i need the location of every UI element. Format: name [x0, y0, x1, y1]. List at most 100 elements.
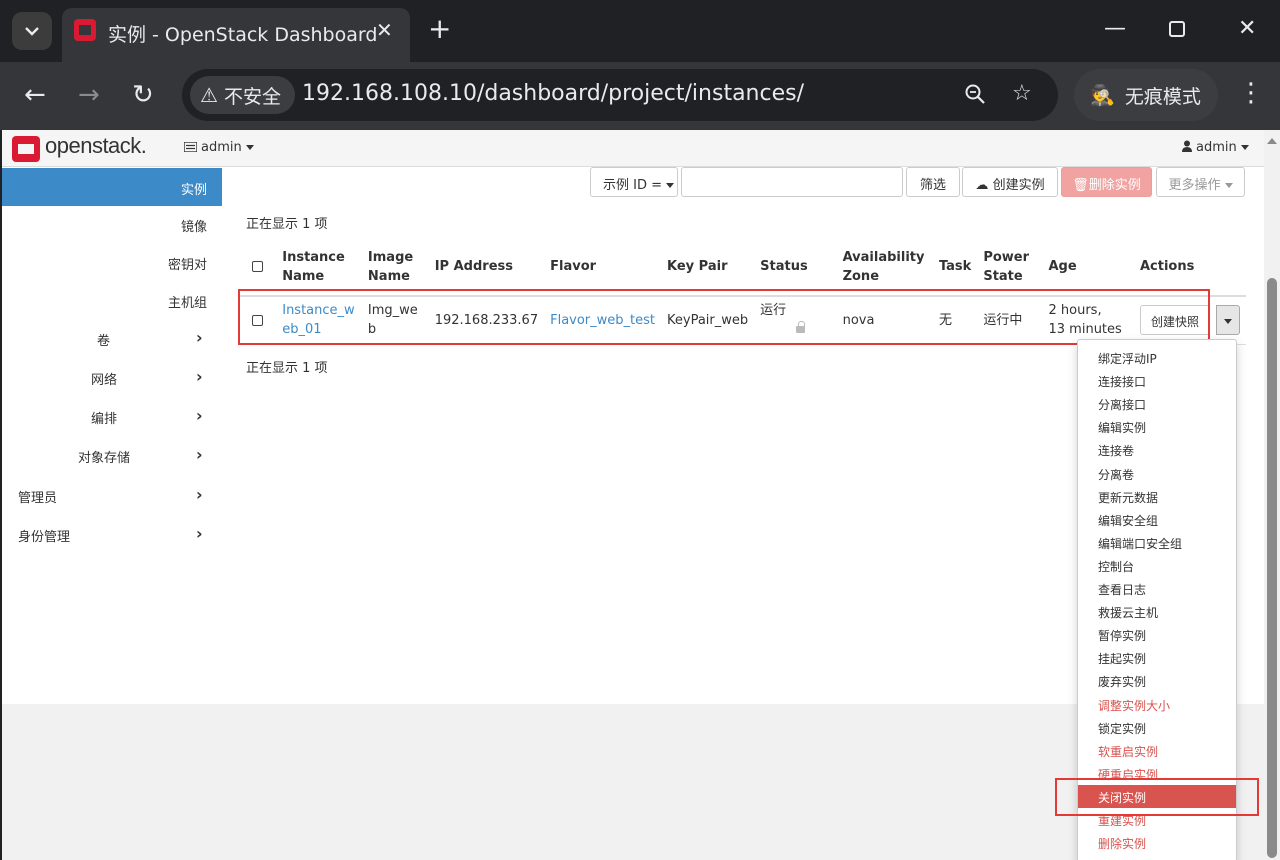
- filter-field-select[interactable]: 示例 ID =: [590, 167, 678, 197]
- trash-icon: 🗑: [1072, 178, 1089, 193]
- menu-item[interactable]: 编辑安全组: [1078, 508, 1236, 531]
- sidebar-item-instances-label[interactable]: 实例: [181, 179, 207, 198]
- col-age[interactable]: Age: [1042, 238, 1134, 297]
- filter-button[interactable]: 筛选: [906, 167, 960, 197]
- window-close-icon[interactable]: ✕: [1238, 14, 1256, 44]
- sidebar-item-images[interactable]: 镜像: [181, 216, 207, 235]
- col-ip-address[interactable]: IP Address: [428, 238, 545, 297]
- security-label: 不安全: [223, 85, 281, 108]
- back-arrow-icon[interactable]: ←: [24, 80, 46, 110]
- more-actions-button[interactable]: 更多操作: [1156, 167, 1245, 197]
- browser-tab-active[interactable]: 实例 - OpenStack Dashboard ✕: [62, 8, 410, 62]
- tab-close-icon[interactable]: ✕: [376, 18, 393, 42]
- security-chip[interactable]: ⚠ 不安全: [190, 76, 295, 114]
- project-selector[interactable]: admin: [183, 140, 254, 155]
- menu-item[interactable]: 连接卷: [1078, 438, 1236, 461]
- list-icon: [183, 141, 198, 153]
- caret-down-icon: [666, 183, 675, 188]
- user-menu[interactable]: admin: [1182, 140, 1249, 155]
- col-image-name[interactable]: Image Name: [361, 238, 429, 297]
- menu-item[interactable]: 暂停实例: [1078, 623, 1236, 646]
- col-flavor[interactable]: Flavor: [544, 238, 662, 297]
- scrollbar-thumb[interactable]: [1267, 278, 1277, 858]
- minimize-icon[interactable]: —: [1104, 14, 1126, 44]
- incognito-indicator[interactable]: 🕵 无痕模式: [1074, 69, 1218, 121]
- browser-menu-icon[interactable]: ⋮: [1238, 78, 1264, 108]
- col-power-state[interactable]: Power State: [977, 238, 1043, 297]
- tab-search-button[interactable]: [12, 12, 52, 50]
- openstack-logo-icon[interactable]: [12, 136, 40, 162]
- project-name: admin: [201, 140, 242, 155]
- menu-item[interactable]: 废弃实例: [1078, 669, 1236, 692]
- select-all-header: [238, 238, 277, 297]
- sidebar-item-orchestration[interactable]: 编排: [91, 408, 117, 427]
- browser-tabstrip: 实例 - OpenStack Dashboard ✕ + — ✕: [0, 0, 1280, 62]
- menu-item[interactable]: 更新元数据: [1078, 485, 1236, 508]
- menu-item[interactable]: 控制台: [1078, 554, 1236, 577]
- user-name: admin: [1196, 140, 1237, 155]
- openstack-header: openstack. admin admin: [2, 130, 1264, 167]
- col-task[interactable]: Task: [932, 238, 978, 297]
- col-availability-zone[interactable]: Availability Zone: [836, 238, 933, 297]
- incognito-label: 无痕模式: [1124, 85, 1201, 108]
- menu-item[interactable]: 锁定实例: [1078, 716, 1236, 739]
- maximize-icon[interactable]: [1168, 14, 1186, 47]
- menu-item[interactable]: 连接接口: [1078, 369, 1236, 392]
- forward-arrow-icon[interactable]: →: [78, 80, 100, 110]
- create-instance-label: 创建实例: [992, 178, 1045, 193]
- chevron-right-icon[interactable]: ›: [196, 445, 203, 464]
- chevron-right-icon[interactable]: ›: [196, 328, 203, 347]
- chevron-right-icon[interactable]: ›: [196, 485, 203, 504]
- menu-item[interactable]: 查看日志: [1078, 577, 1236, 600]
- col-instance-name[interactable]: Instance Name: [276, 238, 362, 297]
- row-actions-dropdown-toggle[interactable]: [1216, 305, 1240, 336]
- sidebar-item-volumes[interactable]: 卷: [97, 330, 110, 349]
- bookmark-star-icon[interactable]: ☆: [1012, 81, 1032, 106]
- menu-item[interactable]: 编辑端口安全组: [1078, 531, 1236, 554]
- menu-item[interactable]: 救援云主机: [1078, 600, 1236, 623]
- sidebar-item-keypairs[interactable]: 密钥对: [168, 254, 207, 273]
- showing-count-bottom: 正在显示 1 项: [246, 361, 328, 376]
- delete-instances-button[interactable]: 🗑删除实例: [1061, 167, 1152, 197]
- warning-triangle-icon: ⚠: [200, 83, 218, 107]
- menu-item[interactable]: 分离卷: [1078, 462, 1236, 485]
- chevron-right-icon[interactable]: ›: [196, 524, 203, 543]
- showing-count-top: 正在显示 1 项: [246, 217, 328, 232]
- menu-item[interactable]: 删除实例: [1078, 831, 1236, 854]
- chevron-right-icon[interactable]: ›: [196, 406, 203, 425]
- col-key-pair[interactable]: Key Pair: [661, 238, 755, 297]
- menu-item[interactable]: 分离接口: [1078, 392, 1236, 415]
- openstack-logo-text[interactable]: openstack.: [45, 133, 147, 159]
- page-scrollbar[interactable]: [1264, 130, 1280, 860]
- caret-down-icon: [1224, 183, 1233, 188]
- filter-button-label: 筛选: [919, 178, 946, 193]
- menu-item[interactable]: 绑定浮动IP: [1078, 346, 1236, 369]
- new-tab-icon[interactable]: +: [428, 14, 451, 44]
- address-bar[interactable]: ⚠ 不安全 192.168.108.10/dashboard/project/i…: [182, 69, 1058, 121]
- scroll-up-icon[interactable]: [1267, 138, 1277, 144]
- page-viewport: openstack. admin admin 实例 镜像 密钥对 主机组 卷 ›…: [2, 130, 1264, 860]
- menu-item[interactable]: 软重启实例: [1078, 739, 1236, 762]
- chevron-down-icon: [25, 27, 39, 36]
- table-header-row: Instance Name Image Name IP Address Flavor…: [238, 238, 1246, 297]
- select-all-checkbox[interactable]: [252, 261, 263, 272]
- url-text[interactable]: 192.168.108.10/dashboard/project/instanc…: [302, 81, 804, 106]
- col-status[interactable]: Status: [754, 238, 837, 297]
- tab-title: 实例 - OpenStack Dashboard: [108, 24, 378, 46]
- filter-input[interactable]: [681, 167, 903, 197]
- sidebar-item-network[interactable]: 网络: [91, 369, 117, 388]
- sidebar-item-admin[interactable]: 管理员: [18, 487, 57, 506]
- reload-icon[interactable]: ↻: [132, 80, 154, 110]
- menu-item[interactable]: 挂起实例: [1078, 646, 1236, 669]
- menu-item[interactable]: 调整实例大小: [1078, 693, 1236, 716]
- zoom-icon[interactable]: [964, 81, 986, 111]
- incognito-icon: 🕵: [1090, 83, 1115, 107]
- sidebar-item-server-groups[interactable]: 主机组: [168, 292, 207, 311]
- delete-instances-label: 删除实例: [1088, 178, 1141, 193]
- sidebar-item-identity[interactable]: 身份管理: [18, 526, 70, 545]
- chevron-right-icon[interactable]: ›: [196, 367, 203, 386]
- menu-item[interactable]: 编辑实例: [1078, 415, 1236, 438]
- cloud-upload-icon: ☁: [975, 178, 989, 193]
- create-instance-button[interactable]: ☁ 创建实例: [962, 167, 1058, 197]
- sidebar-item-object-store[interactable]: 对象存储: [78, 447, 130, 466]
